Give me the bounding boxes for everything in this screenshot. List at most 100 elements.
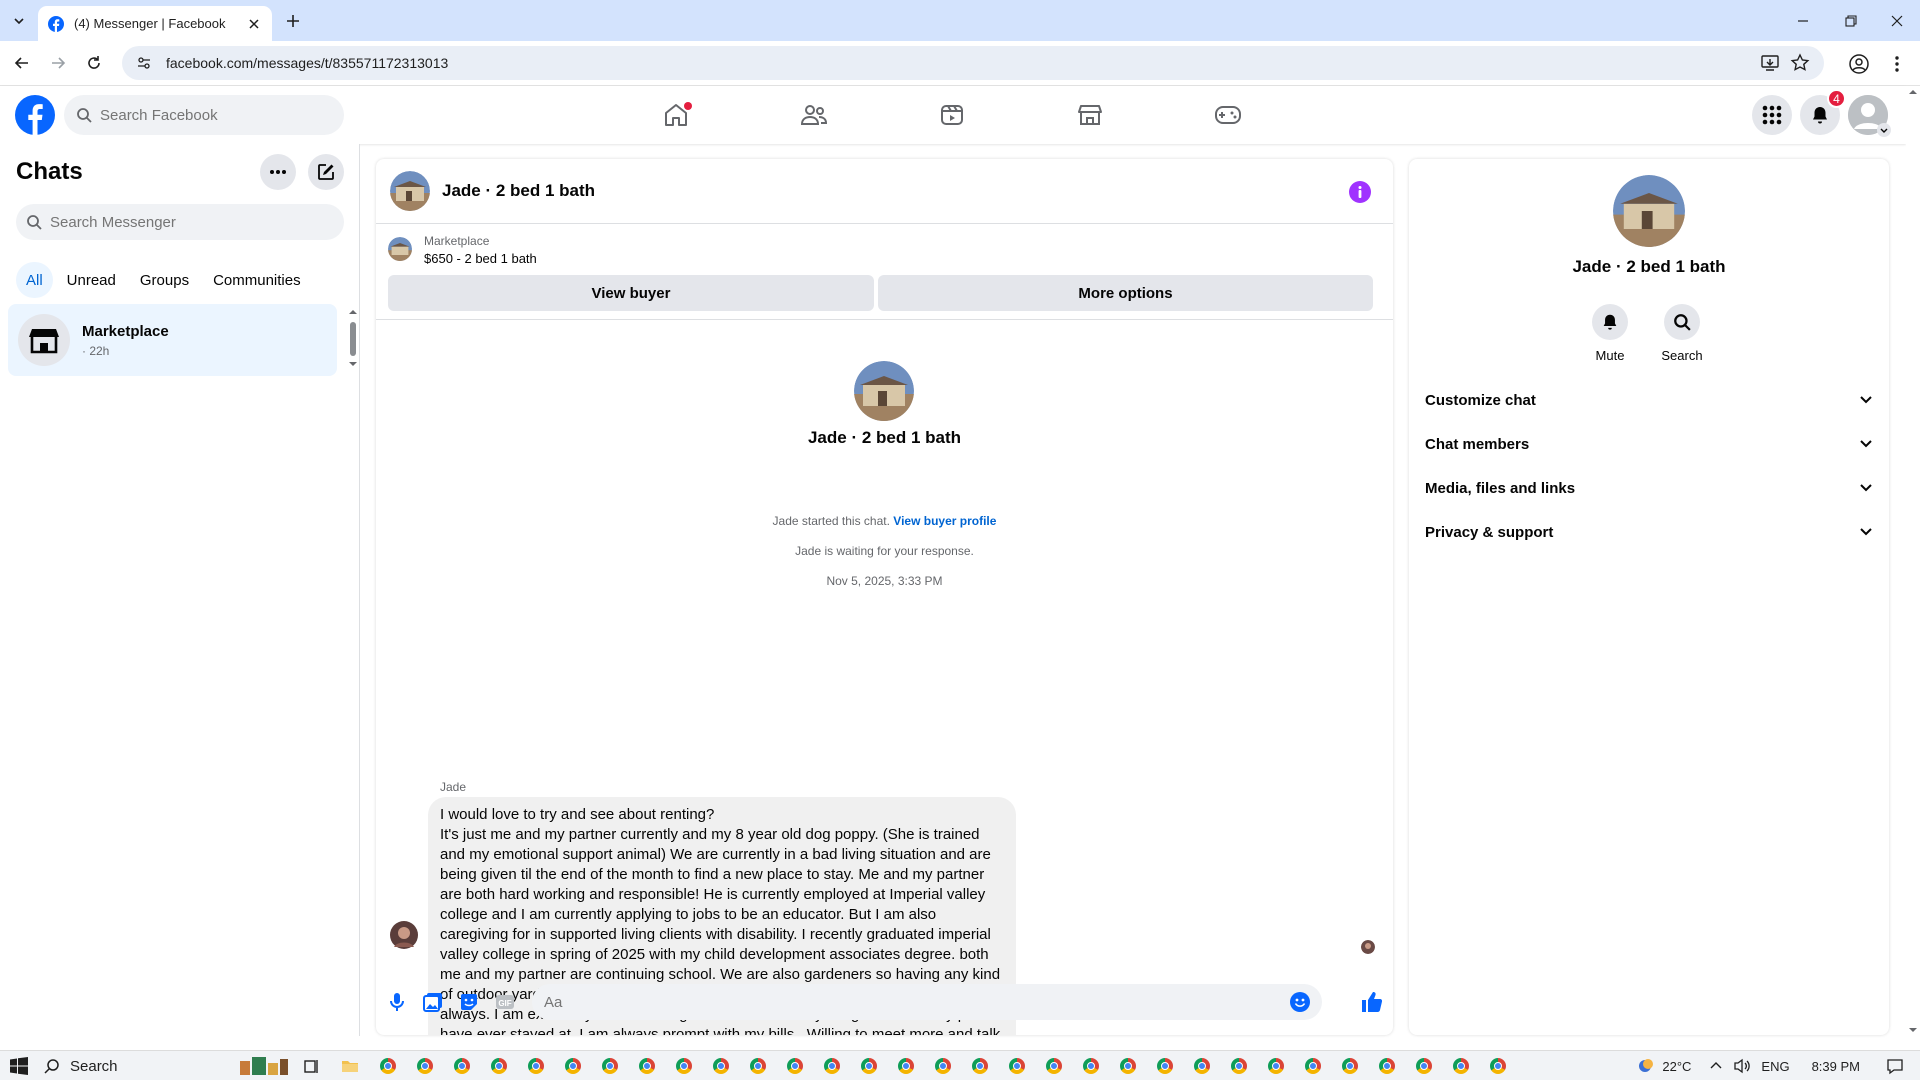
nav-friends[interactable] xyxy=(784,94,844,136)
media-files-links-section[interactable]: Media, files and links xyxy=(1425,468,1873,508)
windows-start-icon[interactable] xyxy=(10,1057,28,1075)
weather-temp[interactable]: 22°C xyxy=(1662,1059,1691,1074)
nav-home[interactable] xyxy=(646,94,706,136)
taskbar-chrome-icon[interactable] xyxy=(602,1058,618,1074)
language-indicator[interactable]: ENG xyxy=(1761,1059,1789,1074)
taskbar-chrome-icon[interactable] xyxy=(1009,1058,1025,1074)
taskbar-chrome-icon[interactable] xyxy=(1268,1058,1284,1074)
messenger-search[interactable] xyxy=(16,204,344,240)
weather-icon[interactable] xyxy=(1636,1056,1656,1076)
new-message-button[interactable] xyxy=(308,154,344,190)
photo-icon[interactable] xyxy=(422,991,444,1013)
taskbar-chrome-icon-active[interactable] xyxy=(1083,1058,1099,1074)
tab-search-button[interactable] xyxy=(8,10,30,32)
address-bar[interactable]: facebook.com/messages/t/835571172313013 xyxy=(122,46,1824,80)
chat-members-section[interactable]: Chat members xyxy=(1425,424,1873,464)
mute-button[interactable]: Mute xyxy=(1580,304,1640,363)
taskbar-chrome-icon[interactable] xyxy=(898,1058,914,1074)
conversation-avatar[interactable] xyxy=(390,171,430,211)
taskbar-chrome-icon[interactable] xyxy=(787,1058,803,1074)
restore-button[interactable] xyxy=(1828,0,1874,41)
reload-button[interactable] xyxy=(82,51,106,75)
messenger-search-input[interactable] xyxy=(50,213,320,231)
taskbar-chrome-icon[interactable] xyxy=(491,1058,507,1074)
taskbar-chrome-icon[interactable] xyxy=(935,1058,951,1074)
facebook-search-input[interactable] xyxy=(100,106,320,124)
search-conversation-button[interactable]: Search xyxy=(1652,304,1712,363)
taskbar-chrome-icon[interactable] xyxy=(1120,1058,1136,1074)
taskbar-chrome-icon[interactable] xyxy=(528,1058,544,1074)
taskbar-chrome-icon[interactable] xyxy=(1157,1058,1173,1074)
nav-marketplace[interactable] xyxy=(1060,94,1120,136)
facebook-search[interactable] xyxy=(64,95,344,135)
taskbar-chrome-icon[interactable] xyxy=(676,1058,692,1074)
emoji-icon[interactable] xyxy=(1290,992,1310,1012)
chat-list-scrollbar[interactable] xyxy=(348,308,358,368)
more-options-button[interactable]: More options xyxy=(878,275,1373,311)
install-app-icon[interactable] xyxy=(1760,53,1780,73)
info-icon[interactable] xyxy=(1349,181,1371,203)
notifications-button[interactable]: 4 xyxy=(1800,89,1846,135)
customize-chat-section[interactable]: Customize chat xyxy=(1425,380,1873,420)
nav-video[interactable] xyxy=(922,94,982,136)
profile-icon[interactable] xyxy=(1848,53,1870,75)
taskbar-chrome-icon[interactable] xyxy=(1194,1058,1210,1074)
taskbar-chrome-icon[interactable] xyxy=(417,1058,433,1074)
filter-communities[interactable]: Communities xyxy=(203,262,311,298)
taskbar-chrome-icon[interactable] xyxy=(824,1058,840,1074)
account-avatar[interactable] xyxy=(1848,95,1891,137)
taskbar-chrome-icon[interactable] xyxy=(454,1058,470,1074)
browser-tab[interactable]: (4) Messenger | Facebook xyxy=(38,6,272,41)
sender-avatar[interactable] xyxy=(390,921,418,949)
clock[interactable]: 8:39 PM xyxy=(1812,1059,1860,1074)
taskbar-search[interactable]: Search xyxy=(44,1055,290,1077)
taskbar-chrome-icon[interactable] xyxy=(380,1058,396,1074)
thumbs-up-icon[interactable] xyxy=(1360,990,1384,1014)
site-info-icon[interactable] xyxy=(136,55,152,71)
speaker-icon[interactable] xyxy=(1733,1058,1751,1074)
chevron-up-icon[interactable] xyxy=(1709,1059,1723,1073)
taskbar-chrome-icon[interactable] xyxy=(1231,1058,1247,1074)
back-button[interactable] xyxy=(10,51,34,75)
conversation-name[interactable]: Jade · 2 bed 1 bath xyxy=(442,181,595,201)
task-view-icon[interactable] xyxy=(302,1056,322,1076)
new-tab-button[interactable] xyxy=(282,10,304,32)
taskbar-chrome-icon[interactable] xyxy=(639,1058,655,1074)
notification-center-icon[interactable] xyxy=(1886,1057,1904,1075)
message-input[interactable] xyxy=(544,993,1244,1011)
microphone-icon[interactable] xyxy=(386,991,408,1013)
filter-groups[interactable]: Groups xyxy=(130,262,199,298)
taskbar-chrome-icon[interactable] xyxy=(1305,1058,1321,1074)
filter-all[interactable]: All xyxy=(16,262,53,298)
taskbar-chrome-icon[interactable] xyxy=(1416,1058,1432,1074)
close-window-button[interactable] xyxy=(1874,0,1920,41)
taskbar-chrome-icon[interactable] xyxy=(1342,1058,1358,1074)
taskbar-chrome-icon[interactable] xyxy=(861,1058,877,1074)
taskbar-chrome-icon[interactable] xyxy=(565,1058,581,1074)
forward-button[interactable] xyxy=(46,51,70,75)
gif-icon[interactable]: GIF xyxy=(494,991,516,1013)
chat-options-button[interactable] xyxy=(260,154,296,190)
listing-title[interactable]: $650 - 2 bed 1 bath xyxy=(424,251,537,266)
kebab-menu-icon[interactable] xyxy=(1886,53,1908,75)
taskbar-chrome-icon[interactable] xyxy=(713,1058,729,1074)
filter-unread[interactable]: Unread xyxy=(57,262,126,298)
privacy-support-section[interactable]: Privacy & support xyxy=(1425,512,1873,552)
menu-button[interactable] xyxy=(1752,95,1792,135)
nav-gaming[interactable] xyxy=(1198,94,1258,136)
taskbar-chrome-icon[interactable] xyxy=(1453,1058,1469,1074)
view-buyer-profile-link[interactable]: View buyer profile xyxy=(893,514,996,528)
chat-list-item[interactable]: Marketplace · 22h xyxy=(8,304,337,376)
close-tab-icon[interactable] xyxy=(246,16,262,32)
page-scrollbar[interactable] xyxy=(1906,86,1920,1036)
sticker-icon[interactable] xyxy=(458,991,480,1013)
bookmark-star-icon[interactable] xyxy=(1790,53,1810,73)
taskbar-chrome-icon[interactable] xyxy=(1490,1058,1506,1074)
minimize-button[interactable] xyxy=(1780,0,1826,41)
file-explorer-icon[interactable] xyxy=(340,1056,360,1076)
view-buyer-button[interactable]: View buyer xyxy=(388,275,874,311)
taskbar-chrome-icon[interactable] xyxy=(972,1058,988,1074)
taskbar-chrome-icon[interactable] xyxy=(1379,1058,1395,1074)
taskbar-chrome-icon[interactable] xyxy=(750,1058,766,1074)
facebook-logo-icon[interactable] xyxy=(15,95,55,135)
